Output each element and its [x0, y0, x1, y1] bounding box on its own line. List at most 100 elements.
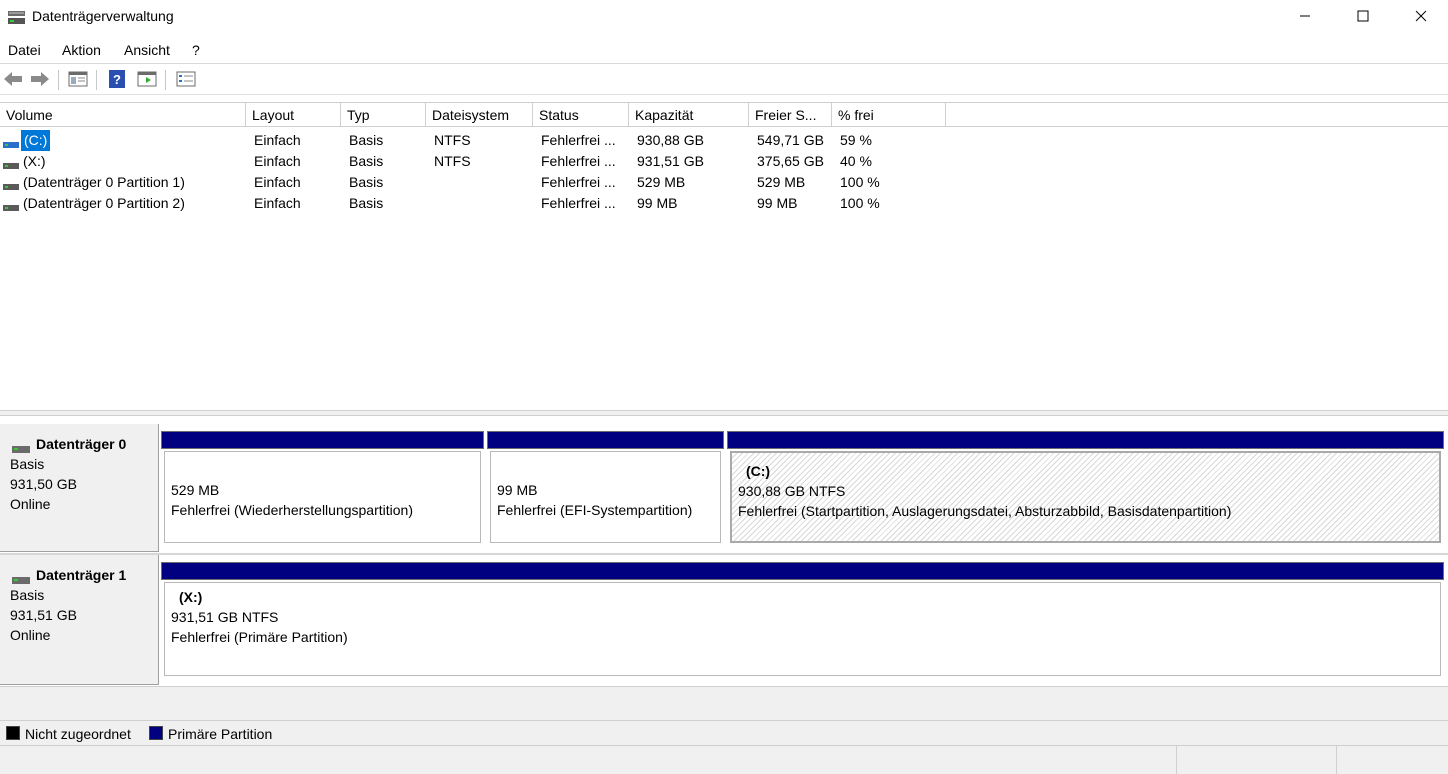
disk-1-info[interactable]: Datenträger 1 Basis 931,51 GB Online: [0, 555, 159, 685]
forward-button[interactable]: [29, 69, 51, 91]
table-row[interactable]: (C:) Einfach Basis NTFS Fehlerfrei ... 930,88…: [0, 130, 1448, 151]
svg-text:?: ?: [113, 72, 121, 87]
properties-view-button[interactable]: [67, 69, 89, 91]
disk-0-type: Basis: [10, 456, 45, 472]
console-view-button[interactable]: [136, 69, 158, 91]
cell-layout: Einfach: [254, 153, 301, 169]
column-header-layout[interactable]: Layout: [246, 103, 341, 127]
menu-aktion[interactable]: Aktion: [62, 42, 101, 58]
toolbar: ?: [0, 65, 1448, 95]
menu-bar: Datei Aktion Ansicht ?: [0, 40, 1448, 64]
column-header-typ[interactable]: Typ: [341, 103, 426, 127]
cell-status: Fehlerfrei ...: [541, 132, 616, 148]
legend-label-unallocated: Nicht zugeordnet: [25, 726, 131, 742]
console-view-icon: [137, 71, 157, 90]
disk-view-empty-area: [0, 686, 1448, 720]
cell-prozent-frei: 100 %: [840, 195, 880, 211]
legend-swatch-primary: [149, 726, 163, 740]
cell-layout: Einfach: [254, 132, 301, 148]
column-header-prozent-frei[interactable]: % frei: [832, 103, 946, 127]
legend-label-primary: Primäre Partition: [168, 726, 273, 742]
cell-layout: Einfach: [254, 174, 301, 190]
cell-volume: (Datenträger 0 Partition 1): [0, 172, 246, 193]
cell-freier-speicher: 99 MB: [757, 195, 798, 211]
column-header-status[interactable]: Status: [533, 103, 629, 127]
menu-help[interactable]: ?: [192, 42, 200, 58]
minimize-icon: [1299, 9, 1311, 25]
volume-label: (C:): [21, 130, 51, 151]
disk-0-info[interactable]: Datenträger 0 Basis 931,50 GB Online: [0, 424, 159, 552]
disk-1-type: Basis: [10, 587, 45, 603]
minimize-button[interactable]: [1276, 0, 1334, 34]
volume-drive-icon: [3, 135, 19, 148]
back-button[interactable]: [2, 69, 24, 91]
help-icon: ?: [108, 69, 126, 92]
settings-list-button[interactable]: [175, 69, 197, 91]
disk-0-name: Datenträger 0: [36, 436, 127, 452]
cell-typ: Basis: [349, 174, 384, 190]
menu-ansicht[interactable]: Ansicht: [124, 42, 170, 58]
maximize-icon: [1357, 9, 1369, 25]
close-icon: [1415, 9, 1427, 25]
column-header-volume[interactable]: Volume: [0, 103, 246, 127]
cell-layout: Einfach: [254, 195, 301, 211]
partition-bar: [487, 431, 724, 449]
cell-prozent-frei: 59 %: [840, 132, 872, 148]
partition-x[interactable]: (X:) 931,51 GB NTFS Fehlerfrei (Primäre …: [161, 562, 1444, 679]
status-separator: [1336, 746, 1337, 774]
status-separator: [1176, 746, 1177, 774]
cell-kapazitaet: 529 MB: [637, 174, 686, 190]
cell-dateisystem: NTFS: [434, 153, 471, 169]
cell-status: Fehlerfrei ...: [541, 174, 616, 190]
disk-0-state: Online: [10, 496, 51, 512]
volume-label: (X:): [23, 153, 46, 169]
maximize-button[interactable]: [1334, 0, 1392, 34]
partition-bar: [727, 431, 1444, 449]
partition-drive-letter: (C:): [746, 463, 771, 479]
cell-freier-speicher: 529 MB: [757, 174, 806, 190]
cell-typ: Basis: [349, 195, 384, 211]
toolbar-separator: [58, 70, 59, 90]
close-button[interactable]: [1392, 0, 1448, 34]
partition-size: 931,51 GB NTFS: [171, 609, 279, 625]
cell-prozent-frei: 100 %: [840, 174, 880, 190]
table-row[interactable]: (Datenträger 0 Partition 2) Einfach Basis F…: [0, 193, 1448, 214]
disk-0-size: 931,50 GB: [10, 476, 77, 492]
disk-1-state: Online: [10, 627, 51, 643]
column-header-kapazitaet[interactable]: Kapazität: [629, 103, 749, 127]
cell-freier-speicher: 549,71 GB: [757, 132, 824, 148]
column-header-freier-speicher[interactable]: Freier S...: [749, 103, 832, 127]
help-button[interactable]: ?: [106, 69, 128, 91]
table-row[interactable]: (X:) Einfach Basis NTFS Fehlerfrei ... 931,51…: [0, 151, 1448, 172]
toolbar-separator: [165, 70, 166, 90]
partition-efi[interactable]: 99 MB Fehlerfrei (EFI-Systempartition): [487, 431, 724, 546]
volume-label: (Datenträger 0 Partition 2): [23, 195, 185, 211]
partition-size: 930,88 GB NTFS: [738, 483, 846, 499]
cell-kapazitaet: 931,51 GB: [637, 153, 704, 169]
column-header-dateisystem[interactable]: Dateisystem: [426, 103, 533, 127]
properties-view-icon: [68, 71, 88, 90]
window-title: Datenträgerverwaltung: [32, 8, 174, 24]
disk-drive-icon: [12, 573, 30, 584]
cell-volume: (Datenträger 0 Partition 2): [0, 193, 246, 214]
partition-body: 99 MB Fehlerfrei (EFI-Systempartition): [490, 451, 721, 543]
legend-swatch-unallocated: [6, 726, 20, 740]
partition-c[interactable]: (C:) 930,88 GB NTFS Fehlerfrei (Startpar…: [727, 431, 1444, 546]
back-arrow-icon: [3, 71, 23, 90]
partition-size: 529 MB: [171, 482, 220, 498]
cell-dateisystem: NTFS: [434, 132, 471, 148]
settings-list-icon: [176, 71, 196, 90]
status-bar: [0, 746, 1448, 774]
cell-status: Fehlerfrei ...: [541, 153, 616, 169]
partition-bar: [161, 431, 484, 449]
menu-datei[interactable]: Datei: [8, 42, 41, 58]
partition-drive-letter: (X:): [179, 589, 203, 605]
cell-kapazitaet: 99 MB: [637, 195, 678, 211]
title-bar: Datenträgerverwaltung: [0, 0, 1448, 36]
table-row[interactable]: (Datenträger 0 Partition 1) Einfach Basis F…: [0, 172, 1448, 193]
volume-list: Volume Layout Typ Dateisystem Status Kap…: [0, 102, 1448, 410]
cell-typ: Basis: [349, 153, 384, 169]
volume-drive-icon: [3, 156, 19, 169]
partition-status: Fehlerfrei (Wiederherstellungspartition): [171, 502, 413, 518]
partition-recovery[interactable]: 529 MB Fehlerfrei (Wiederherstellungspar…: [161, 431, 484, 546]
